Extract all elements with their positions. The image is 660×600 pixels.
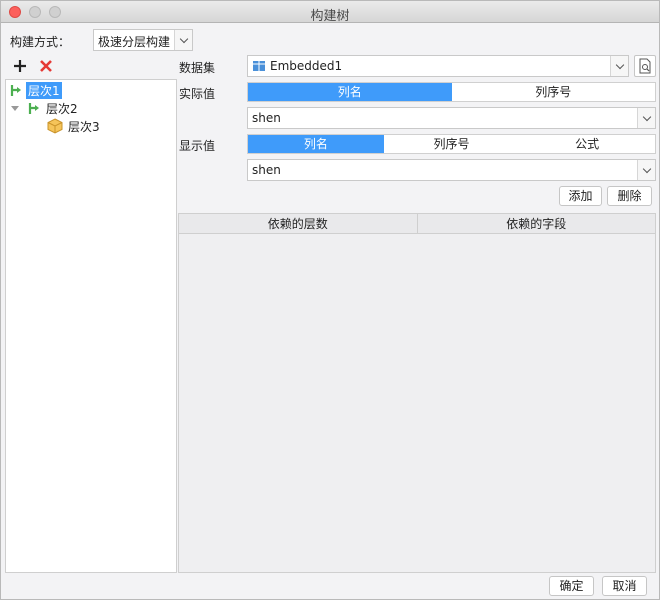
chevron-down-icon [637, 160, 655, 180]
build-tree-dialog: 构建树 构建方式： 极速分层构建 层次1 层次2 层次3 数据集 Embedde… [0, 0, 660, 600]
actual-value-label: 实际值 [179, 87, 216, 101]
close-icon [40, 60, 52, 72]
cancel-button[interactable]: 取消 [602, 576, 647, 596]
display-value-option-formula[interactable]: 公式 [519, 135, 655, 153]
window-title: 构建树 [310, 9, 350, 24]
column-header-dependent-field[interactable]: 依赖的字段 [416, 214, 656, 233]
dataset-value: Embedded1 [270, 59, 343, 73]
add-level-button[interactable] [13, 59, 27, 77]
dataset-label: 数据集 [179, 61, 216, 75]
tree-item-label: 层次2 [46, 101, 78, 116]
title-bar: 构建树 [1, 1, 659, 24]
display-value-label: 显示值 [179, 139, 216, 153]
chevron-down-icon [174, 30, 192, 50]
display-value-mode-toggle: 列名 列序号 公式 [247, 134, 656, 154]
build-mode-select[interactable]: 极速分层构建 [93, 29, 193, 51]
plus-icon [14, 60, 26, 72]
display-value-option-column-name[interactable]: 列名 [248, 135, 384, 153]
caret-down-icon[interactable] [10, 103, 20, 113]
branch-icon [28, 103, 39, 114]
tree-item-label: 层次1 [26, 81, 62, 99]
actual-value-field-value: shen [252, 111, 281, 125]
document-search-icon [639, 58, 651, 74]
tree-item-level1[interactable]: 层次1 [8, 81, 62, 99]
delete-button[interactable]: 删除 [607, 186, 652, 206]
dataset-select[interactable]: Embedded1 [247, 55, 629, 77]
preview-dataset-button[interactable] [634, 55, 656, 77]
delete-level-button[interactable] [39, 59, 53, 77]
display-value-field-select[interactable]: shen [247, 159, 656, 181]
ok-button[interactable]: 确定 [549, 576, 594, 596]
column-header-dependent-level[interactable]: 依赖的层数 [179, 214, 417, 233]
actual-value-option-column-index[interactable]: 列序号 [452, 83, 656, 101]
table-icon [253, 61, 265, 71]
level-tree[interactable]: 层次1 层次2 层次3 [5, 79, 177, 573]
chevron-down-icon [637, 108, 655, 128]
box-icon [47, 118, 63, 134]
actual-value-mode-toggle: 列名 列序号 [247, 82, 656, 102]
dependency-table[interactable]: 依赖的层数 依赖的字段 [178, 213, 656, 573]
display-value-option-column-index[interactable]: 列序号 [384, 135, 520, 153]
build-mode-label: 构建方式： [10, 35, 71, 49]
branch-icon [10, 85, 21, 96]
display-value-field-value: shen [252, 163, 281, 177]
build-mode-value: 极速分层构建 [98, 35, 171, 49]
actual-value-option-column-name[interactable]: 列名 [248, 83, 452, 101]
actual-value-field-select[interactable]: shen [247, 107, 656, 129]
table-header: 依赖的层数 依赖的字段 [179, 214, 655, 234]
tree-item-level2[interactable]: 层次2 [10, 99, 80, 117]
add-button[interactable]: 添加 [559, 186, 602, 206]
tree-item-level3[interactable]: 层次3 [46, 117, 102, 135]
chevron-down-icon [610, 56, 628, 76]
tree-item-label: 层次3 [68, 119, 100, 134]
